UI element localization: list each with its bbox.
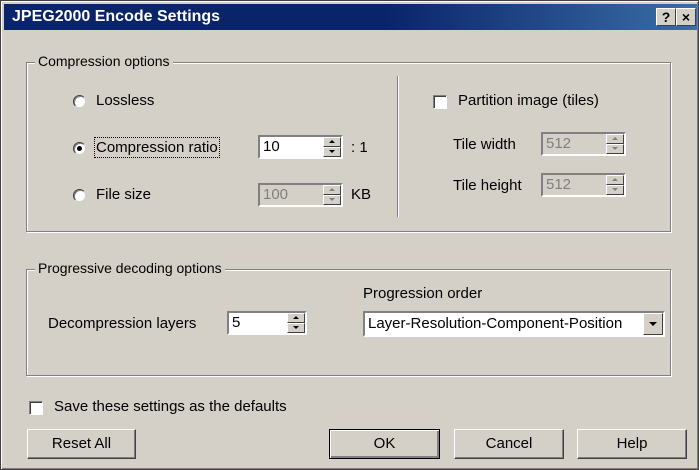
ratio-suffix: : 1: [351, 139, 368, 156]
compression-ratio-spinner[interactable]: 10: [258, 135, 343, 159]
save-defaults-label[interactable]: Save these settings as the defaults: [54, 398, 287, 415]
filesize-up-arrow-icon[interactable]: [323, 185, 341, 195]
options-separator: [397, 76, 399, 217]
ratio-down-arrow-icon[interactable]: [323, 147, 341, 157]
compression-ratio-radio[interactable]: [73, 142, 86, 155]
cancel-button[interactable]: Cancel: [454, 429, 564, 459]
progression-order-label: Progression order: [363, 285, 483, 302]
progression-order-value[interactable]: Layer-Resolution-Component-Position: [368, 315, 622, 332]
file-size-radio[interactable]: [73, 189, 86, 202]
partition-image-label[interactable]: Partition image (tiles): [458, 92, 599, 109]
help-button[interactable]: Help: [577, 429, 687, 459]
decompression-layers-spinner[interactable]: 5: [227, 311, 307, 335]
tile-height-spinner[interactable]: 512: [541, 173, 626, 197]
lossless-radio[interactable]: [73, 95, 86, 108]
window-title: JPEG2000 Encode Settings: [12, 8, 221, 25]
radio-selected-dot: [77, 146, 82, 151]
compression-ratio-value[interactable]: 10: [263, 138, 280, 155]
ok-button[interactable]: OK: [329, 429, 440, 459]
tile-height-down-arrow-icon[interactable]: [606, 185, 624, 195]
file-size-label[interactable]: File size: [96, 186, 151, 203]
file-size-spinner[interactable]: 100: [258, 183, 343, 207]
compression-options-title: Compression options: [35, 53, 173, 69]
compression-ratio-label[interactable]: Compression ratio: [94, 137, 220, 158]
tile-width-down-arrow-icon[interactable]: [606, 144, 624, 154]
tile-width-label: Tile width: [453, 136, 516, 153]
layers-down-arrow-icon[interactable]: [287, 323, 305, 333]
tile-height-label: Tile height: [453, 177, 522, 194]
decompression-layers-value[interactable]: 5: [232, 314, 240, 331]
filesize-down-arrow-icon[interactable]: [323, 195, 341, 205]
help-icon[interactable]: ?: [656, 8, 676, 26]
chevron-down-icon[interactable]: [643, 313, 663, 335]
partition-image-checkbox[interactable]: [433, 95, 447, 109]
tile-height-up-arrow-icon[interactable]: [606, 175, 624, 185]
file-size-unit: KB: [351, 186, 372, 203]
reset-all-button[interactable]: Reset All: [27, 429, 136, 459]
encode-settings-dialog: JPEG2000 Encode Settings ? × Compression…: [0, 0, 699, 470]
lossless-label[interactable]: Lossless: [96, 92, 154, 109]
ratio-up-arrow-icon[interactable]: [323, 137, 341, 147]
progressive-decoding-title: Progressive decoding options: [35, 260, 225, 276]
close-icon[interactable]: ×: [676, 8, 696, 26]
title-bar[interactable]: JPEG2000 Encode Settings ? ×: [4, 4, 697, 30]
tile-width-spinner[interactable]: 512: [541, 132, 626, 156]
tile-width-value[interactable]: 512: [546, 135, 571, 152]
tile-width-up-arrow-icon[interactable]: [606, 134, 624, 144]
tile-height-value[interactable]: 512: [546, 176, 571, 193]
save-defaults-checkbox[interactable]: [29, 401, 43, 415]
progression-order-select[interactable]: Layer-Resolution-Component-Position: [363, 311, 665, 337]
file-size-value[interactable]: 100: [263, 186, 288, 203]
decompression-layers-label: Decompression layers: [48, 315, 197, 332]
layers-up-arrow-icon[interactable]: [287, 313, 305, 323]
